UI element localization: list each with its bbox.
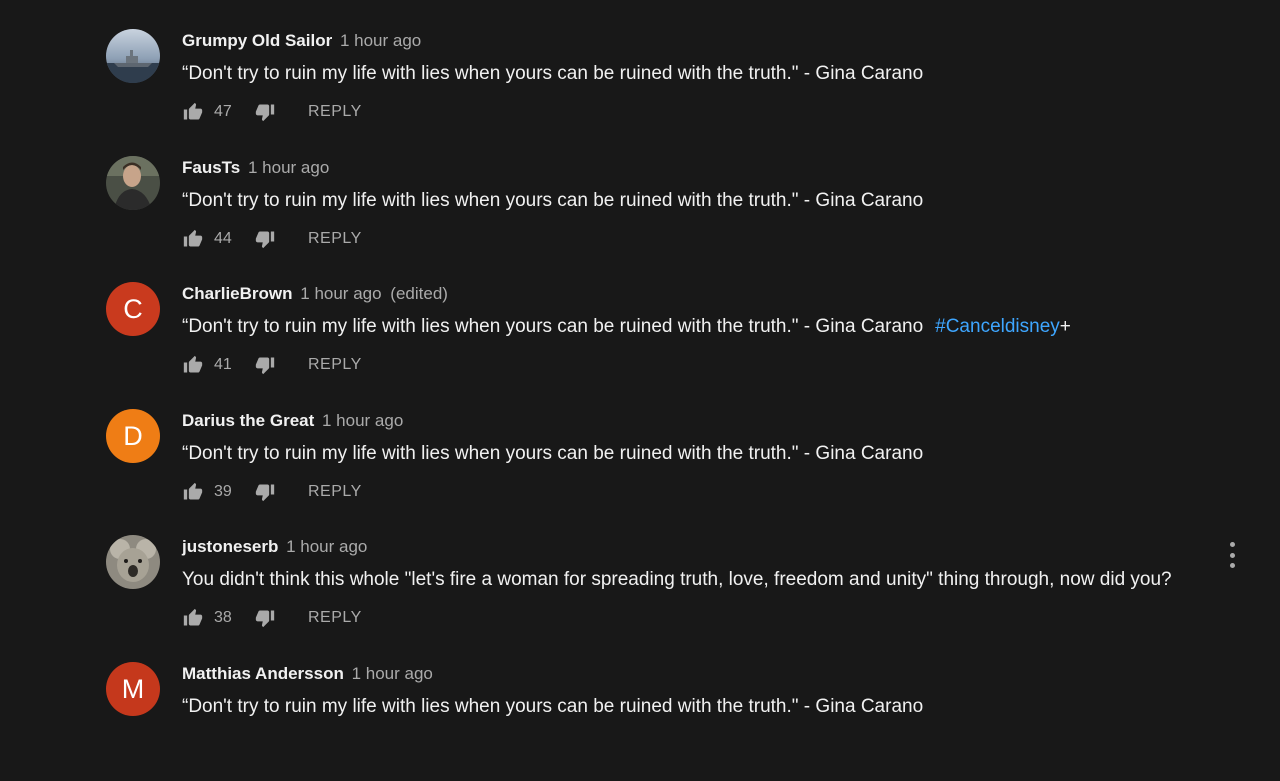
comment-thread: D Darius the Great 1 hour ago “Don't try… [106, 408, 1256, 528]
thumb-up-icon[interactable] [182, 607, 204, 629]
comment-text: “Don't try to ruin my life with lies whe… [182, 696, 924, 717]
hashtag-suffix: + [1059, 316, 1071, 337]
thumb-up-icon[interactable] [182, 101, 204, 123]
comment-timestamp[interactable]: 1 hour ago [286, 537, 367, 556]
author-name[interactable]: Darius the Great [182, 411, 314, 430]
reply-button[interactable]: REPLY [308, 103, 362, 121]
comment-header: justoneserb 1 hour ago [182, 536, 367, 558]
thumb-down-icon[interactable] [254, 354, 276, 376]
avatar[interactable] [106, 156, 160, 210]
avatar[interactable] [106, 535, 160, 589]
menu-dot [1229, 542, 1235, 547]
comment-timestamp[interactable]: 1 hour ago [340, 31, 421, 50]
comment-header: FausTs 1 hour ago [182, 157, 329, 179]
comments-section: Grumpy Old Sailor 1 hour ago “Don't try … [0, 0, 1280, 720]
avatar-letter: C [123, 293, 143, 324]
comment-header: CharlieBrown 1 hour ago (edited) [182, 283, 448, 305]
avatar-letter: M [121, 673, 145, 704]
author-name[interactable]: justoneserb [182, 537, 278, 556]
thumb-down-icon[interactable] [254, 481, 276, 503]
author-name[interactable]: CharlieBrown [182, 284, 293, 303]
comment-thread: FausTs 1 hour ago “Don't try to ruin my … [106, 155, 1256, 275]
author-name[interactable]: FausTs [182, 158, 240, 177]
comment-thread: M Matthias Andersson 1 hour ago “Don't t… [106, 661, 1256, 781]
avatar[interactable]: C [106, 282, 160, 336]
reply-button[interactable]: REPLY [308, 356, 362, 374]
thumb-up-icon[interactable] [182, 228, 204, 250]
comment-text: You didn't think this whole "let's fire … [182, 569, 1172, 590]
comment-actions: 41 REPLY [182, 353, 362, 377]
comment-actions: 39 REPLY [182, 480, 362, 504]
reply-button[interactable]: REPLY [308, 609, 362, 627]
comment-header: Matthias Andersson 1 hour ago [182, 663, 433, 685]
reply-button[interactable]: REPLY [308, 230, 362, 248]
comment-actions: 47 REPLY [182, 100, 362, 124]
comment-text: “Don't try to ruin my life with lies whe… [182, 63, 924, 84]
comment-header: Darius the Great 1 hour ago [182, 410, 403, 432]
edited-label: (edited) [390, 284, 448, 303]
like-count: 38 [214, 609, 232, 626]
thumb-up-icon[interactable] [182, 354, 204, 376]
comment-text-body: “Don't try to ruin my life with lies whe… [182, 316, 924, 337]
comment-text: “Don't try to ruin my life with lies whe… [182, 314, 1071, 340]
like-count: 47 [214, 103, 232, 120]
comment-timestamp[interactable]: 1 hour ago [248, 158, 329, 177]
more-vert-icon[interactable] [1228, 542, 1236, 568]
comment-text: “Don't try to ruin my life with lies whe… [182, 443, 924, 464]
comment-timestamp[interactable]: 1 hour ago [352, 664, 433, 683]
avatar-letter: D [123, 420, 143, 451]
comment-timestamp[interactable]: 1 hour ago [322, 411, 403, 430]
author-name[interactable]: Grumpy Old Sailor [182, 31, 332, 50]
like-count: 41 [214, 356, 232, 373]
thumb-down-icon[interactable] [254, 607, 276, 629]
avatar[interactable]: M [106, 662, 160, 716]
comment-actions: 38 REPLY [182, 606, 362, 630]
avatar[interactable] [106, 29, 160, 83]
menu-dot [1229, 552, 1235, 558]
hashtag-link[interactable]: #Canceldisney [935, 316, 1060, 337]
comment-thread: justoneserb 1 hour ago You didn't think … [106, 534, 1256, 654]
menu-dot [1229, 563, 1235, 568]
comment-header: Grumpy Old Sailor 1 hour ago [182, 30, 421, 52]
comment-actions: 44 REPLY [182, 227, 362, 251]
author-name[interactable]: Matthias Andersson [182, 664, 344, 683]
avatar[interactable]: D [106, 409, 160, 463]
reply-button[interactable]: REPLY [308, 483, 362, 501]
comment-timestamp[interactable]: 1 hour ago [300, 284, 381, 303]
thumb-down-icon[interactable] [254, 101, 276, 123]
comment-thread: C CharlieBrown 1 hour ago (edited) “Don'… [106, 281, 1256, 401]
like-count: 39 [214, 483, 232, 500]
comment-text: “Don't try to ruin my life with lies whe… [182, 190, 924, 211]
comment-thread: Grumpy Old Sailor 1 hour ago “Don't try … [106, 28, 1256, 148]
like-count: 44 [214, 230, 232, 247]
thumb-up-icon[interactable] [182, 481, 204, 503]
thumb-down-icon[interactable] [254, 228, 276, 250]
